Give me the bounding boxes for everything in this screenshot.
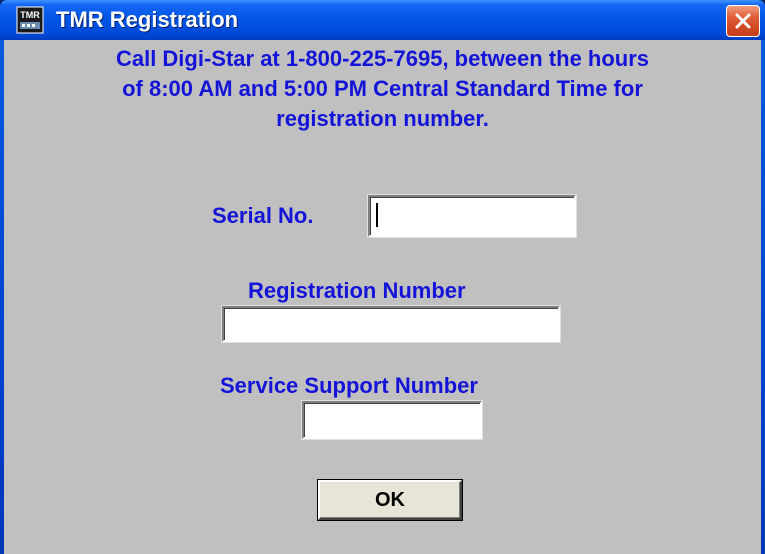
close-button[interactable] <box>726 5 760 37</box>
registration-number-input[interactable] <box>222 306 560 342</box>
instructions-text: Call Digi-Star at 1-800-225-7695, betwee… <box>4 44 761 134</box>
service-support-number-input[interactable] <box>302 401 482 439</box>
text-caret <box>376 203 378 227</box>
serial-number-label: Serial No. <box>212 203 314 228</box>
instructions-line-1: Call Digi-Star at 1-800-225-7695, betwee… <box>115 46 650 71</box>
serial-number-input[interactable] <box>368 195 576 237</box>
ok-button[interactable]: OK <box>318 480 462 520</box>
instructions-line-2: of 8:00 AM and 5:00 PM Central Standard … <box>122 76 643 101</box>
window-title: TMR Registration <box>56 7 239 32</box>
close-icon <box>735 13 751 29</box>
dialog-body: Call Digi-Star at 1-800-225-7695, betwee… <box>4 40 761 554</box>
app-icon-text: TMR <box>20 10 40 20</box>
tmr-app-icon: TMR <box>16 6 44 34</box>
service-support-number-label: Service Support Number <box>220 373 478 398</box>
registration-number-label: Registration Number <box>248 278 466 303</box>
title-bar[interactable]: TMR TMR Registration <box>0 0 765 40</box>
instructions-line-3: registration number. <box>276 106 489 131</box>
registration-window: TMR TMR Registration Call Digi-Star at 1… <box>0 0 765 554</box>
